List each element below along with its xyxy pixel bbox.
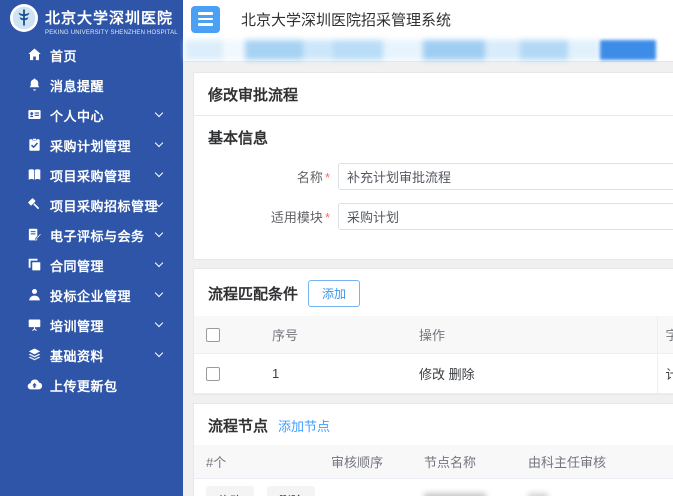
id-card-icon [27,107,43,123]
add-condition-button[interactable]: 添加 [308,280,360,307]
modify-delete-links[interactable]: 修改 删除 [419,367,475,382]
cloud-upload-icon [27,377,43,393]
basic-info-section-title: 基本信息 [208,127,268,148]
required-asterisk: * [325,170,330,185]
page-content: 修改审批流程 基本信息 名称* 适用模块* 流程匹配条件 添加 [183,62,673,496]
sidebar-item-label: 采购计划管理 [50,136,131,155]
column-chief-review: 由科主任审核 [516,445,673,479]
sidebar-item-basic-data[interactable]: 基础资料 [0,340,183,370]
select-all-checkbox[interactable] [206,328,220,342]
table-row: 修改 删除 1 [194,479,673,496]
layers-icon [27,347,43,363]
sidebar-item-label: 培训管理 [50,316,104,335]
chevron-down-icon [155,109,163,117]
chevron-down-icon [155,319,163,327]
hospital-name: 北京大学深圳医院 [45,7,178,28]
name-field-label: 名称* [194,167,338,186]
redacted-chief-value [528,493,548,496]
column-idx: #个 [194,445,319,479]
name-field-row: 名称* [194,163,673,190]
redacted-node-name [424,493,486,496]
hospital-logo-icon [9,3,39,38]
sidebar-item-project-procurement[interactable]: 项目采购管理 [0,160,183,190]
home-icon [27,47,43,63]
main-area: 北京大学深圳医院招采管理系统 修改审批流程 基本信息 名称* 适 [183,0,673,496]
chevron-down-icon [155,229,163,237]
column-order: 审核顺序 [319,445,412,479]
column-node-name: 节点名称 [412,445,516,479]
sidebar-item-contract-management[interactable]: 合同管理 [0,250,183,280]
clipboard-check-icon [27,137,43,153]
module-field-row: 适用模块* [194,203,673,230]
process-nodes-section-title: 流程节点 [208,415,268,436]
column-partial: 字 [657,316,673,354]
sidebar-item-personal-center[interactable]: 个人中心 [0,100,183,130]
page-title: 修改审批流程 [194,73,673,116]
table-header-row: 序号 操作 字 [194,316,673,354]
name-input[interactable] [338,163,673,190]
sidebar-item-procurement-plan[interactable]: 采购计划管理 [0,130,183,160]
chevron-down-icon [155,169,163,177]
tab-bar [183,38,673,62]
redacted-tabs[interactable] [185,40,600,60]
seq-cell: 1 [252,354,407,394]
top-header: 北京大学深圳医院招采管理系统 [183,0,673,38]
sidebar-menu: 首页 消息提醒 个人中心 采购计划管理 项目采购管理 项目采购招标管理 [0,40,183,400]
hospital-logo-header: 北京大学深圳医院 PEKING UNIVERSITY SHENZHEN HOSP… [0,0,183,40]
sidebar-item-label: 项目采购招标管理 [50,196,158,215]
process-nodes-table: #个 审核顺序 节点名称 由科主任审核 修改 删除 1 [194,445,673,496]
presentation-icon [27,317,43,333]
sidebar-item-bidding-management[interactable]: 项目采购招标管理 [0,190,183,220]
match-conditions-section-title: 流程匹配条件 [208,283,298,304]
column-seq: 序号 [252,316,407,354]
sidebar-item-training-management[interactable]: 培训管理 [0,310,183,340]
delete-node-button[interactable]: 删除 [267,486,315,496]
user-icon [27,287,43,303]
sidebar-item-home[interactable]: 首页 [0,40,183,70]
module-select[interactable] [338,203,673,230]
chevron-down-icon [155,139,163,147]
sidebar-item-label: 合同管理 [50,256,104,275]
sidebar: 北京大学深圳医院 PEKING UNIVERSITY SHENZHEN HOSP… [0,0,183,496]
contract-icon [27,257,43,273]
sidebar-item-e-evaluation[interactable]: 电子评标与会务 [0,220,183,250]
module-field-label: 适用模块* [194,207,338,226]
chevron-down-icon [155,349,163,357]
redacted-active-tab[interactable] [600,40,656,60]
card-process-nodes: 流程节点 添加节点 #个 审核顺序 节点名称 由科主任审核 修改 [193,403,673,496]
hospital-name-en: PEKING UNIVERSITY SHENZHEN HOSPITAL [45,30,178,36]
hamburger-menu-button[interactable] [191,6,220,33]
book-icon [27,167,43,183]
modify-node-button[interactable]: 修改 [206,486,254,496]
card-basic-info: 修改审批流程 基本信息 名称* 适用模块* [193,72,673,260]
sidebar-item-label: 电子评标与会务 [50,226,145,245]
card-match-conditions: 流程匹配条件 添加 序号 操作 字 1 修改 删除 [193,268,673,395]
sidebar-item-label: 个人中心 [50,106,104,125]
sidebar-item-label: 基础资料 [50,346,104,365]
document-pen-icon [27,227,43,243]
sidebar-item-label: 投标企业管理 [50,286,131,305]
match-conditions-table: 序号 操作 字 1 修改 删除 计 [194,316,673,394]
table-header-row: #个 审核顺序 节点名称 由科主任审核 [194,445,673,479]
sidebar-item-messages[interactable]: 消息提醒 [0,70,183,100]
system-title: 北京大学深圳医院招采管理系统 [241,9,451,30]
required-asterisk: * [325,210,330,225]
bell-icon [27,77,43,93]
chevron-down-icon [155,289,163,297]
add-node-link[interactable]: 添加节点 [278,416,330,435]
sidebar-item-bidder-enterprise[interactable]: 投标企业管理 [0,280,183,310]
sidebar-item-label: 消息提醒 [50,76,104,95]
row-checkbox[interactable] [206,367,220,381]
sidebar-item-label: 首页 [50,46,77,65]
chevron-down-icon [155,259,163,267]
gavel-icon [27,197,43,213]
column-actions: 操作 [407,316,657,354]
sidebar-item-upload-update-package[interactable]: 上传更新包 [0,370,183,400]
order-cell: 1 [319,479,412,496]
table-row: 1 修改 删除 计 [194,354,673,394]
sidebar-item-label: 上传更新包 [50,376,118,395]
sidebar-item-label: 项目采购管理 [50,166,131,185]
partial-cell: 计 [657,354,673,394]
